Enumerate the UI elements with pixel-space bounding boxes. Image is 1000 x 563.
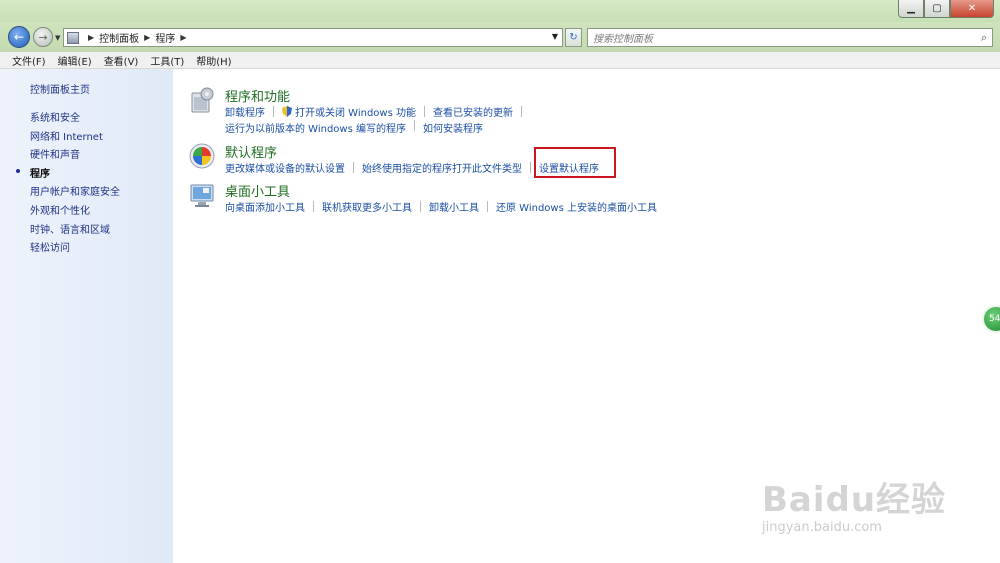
minimize-button[interactable]: ▁: [898, 0, 924, 18]
sidebar-item-user-accounts[interactable]: 用户帐户和家庭安全: [30, 183, 120, 198]
back-button[interactable]: ←: [8, 26, 30, 48]
link-compatibility[interactable]: 运行为以前版本的 Windows 编写的程序: [225, 120, 406, 135]
link-installed-updates[interactable]: 查看已安装的更新: [433, 104, 513, 119]
control-panel-icon: [67, 31, 79, 44]
maximize-button[interactable]: ▢: [924, 0, 950, 18]
menu-help[interactable]: 帮助(H): [190, 53, 237, 68]
link-media-defaults[interactable]: 更改媒体或设备的默认设置: [225, 160, 345, 175]
breadcrumb-programs[interactable]: 程序: [155, 30, 175, 45]
address-bar[interactable]: ▶ 控制面板 ▶ 程序 ▶ ▼: [63, 28, 563, 47]
menu-view[interactable]: 查看(V): [98, 53, 145, 68]
menu-tools[interactable]: 工具(T): [144, 53, 190, 68]
sidebar-item-clock-region[interactable]: 时钟、语言和区域: [30, 221, 110, 236]
menu-edit[interactable]: 编辑(E): [52, 53, 98, 68]
link-uninstall-program[interactable]: 卸载程序: [225, 104, 265, 119]
default-programs-icon: [189, 143, 215, 169]
link-divider: [420, 201, 421, 212]
sidebar-item-appearance[interactable]: 外观和个性化: [30, 202, 90, 217]
current-bullet-icon: [16, 169, 20, 173]
links-row: 卸载程序 打开或关闭 Windows 功能 查看已安装的更新: [225, 104, 530, 119]
group-title-desktop-gadgets[interactable]: 桌面小工具: [225, 181, 290, 200]
programs-features-icon: [191, 87, 214, 113]
forward-button[interactable]: →: [33, 27, 53, 47]
sidebar-item-network-internet[interactable]: 网络和 Internet: [30, 128, 103, 143]
link-windows-features[interactable]: 打开或关闭 Windows 功能: [295, 104, 416, 119]
link-divider: [313, 201, 314, 212]
history-dropdown-icon[interactable]: ▼: [55, 34, 60, 42]
breadcrumb-chevron-icon[interactable]: ▶: [144, 33, 150, 42]
address-dropdown-icon[interactable]: ▼: [552, 32, 558, 41]
link-divider: [487, 201, 488, 212]
sidebar-item-ease-of-access[interactable]: 轻松访问: [30, 239, 70, 254]
link-file-type-association[interactable]: 始终使用指定的程序打开此文件类型: [362, 160, 522, 175]
search-input[interactable]: 搜索控制面板 ⌕: [587, 28, 993, 47]
watermark-site: jingyan.baidu.com: [762, 520, 882, 535]
watermark-logo: Baidu经验: [762, 480, 947, 520]
search-placeholder: 搜索控制面板: [593, 34, 653, 45]
breadcrumb-control-panel[interactable]: 控制面板: [99, 30, 139, 45]
sidebar-item-hardware-sound[interactable]: 硬件和声音: [30, 146, 80, 161]
link-add-gadgets[interactable]: 向桌面添加小工具: [225, 199, 305, 214]
link-divider: [414, 120, 415, 131]
highlight-box: [534, 147, 616, 178]
link-divider: [530, 162, 531, 173]
desktop-gadgets-icon: [190, 184, 214, 207]
link-divider: [521, 106, 522, 117]
sidebar: 控制面板主页 系统和安全 网络和 Internet 硬件和声音 程序 用户帐户和…: [0, 69, 173, 563]
watermark: Baidu经验 jingyan.baidu.com: [762, 460, 962, 550]
link-divider: [273, 106, 274, 117]
link-uninstall-gadget[interactable]: 卸载小工具: [429, 199, 479, 214]
link-restore-gadgets[interactable]: 还原 Windows 上安装的桌面小工具: [496, 199, 657, 214]
link-how-to-install[interactable]: 如何安装程序: [423, 120, 483, 135]
uac-shield-icon: [282, 106, 292, 117]
window-controls: ▁ ▢ ✕: [898, 0, 994, 18]
close-button[interactable]: ✕: [950, 0, 994, 18]
title-bar: ▁ ▢ ✕: [0, 0, 1000, 22]
link-divider: [353, 162, 354, 173]
page-badge: 54: [982, 305, 1000, 333]
link-divider: [424, 106, 425, 117]
menu-bar: 文件(F) 编辑(E) 查看(V) 工具(T) 帮助(H): [0, 52, 1000, 69]
links-row: 向桌面添加小工具 联机获取更多小工具 卸载小工具 还原 Windows 上安装的…: [225, 199, 657, 214]
links-row-2: 运行为以前版本的 Windows 编写的程序 如何安装程序: [225, 120, 483, 135]
menu-file[interactable]: 文件(F): [6, 53, 52, 68]
group-title-default-programs[interactable]: 默认程序: [225, 142, 277, 161]
refresh-button[interactable]: ↻: [565, 28, 582, 47]
sidebar-home-link[interactable]: 控制面板主页: [30, 81, 90, 96]
sidebar-item-label: 程序: [30, 169, 50, 180]
breadcrumb-chevron-icon[interactable]: ▶: [180, 33, 186, 42]
search-icon[interactable]: ⌕: [981, 31, 987, 45]
link-get-more-gadgets[interactable]: 联机获取更多小工具: [322, 199, 412, 214]
navigation-bar: ← → ▼ ▶ 控制面板 ▶ 程序 ▶ ▼ ↻ 搜索控制面板 ⌕: [0, 22, 1000, 52]
group-title-programs-features[interactable]: 程序和功能: [225, 86, 290, 105]
sidebar-item-system-security[interactable]: 系统和安全: [30, 109, 80, 124]
breadcrumb-chevron-icon[interactable]: ▶: [88, 33, 94, 42]
